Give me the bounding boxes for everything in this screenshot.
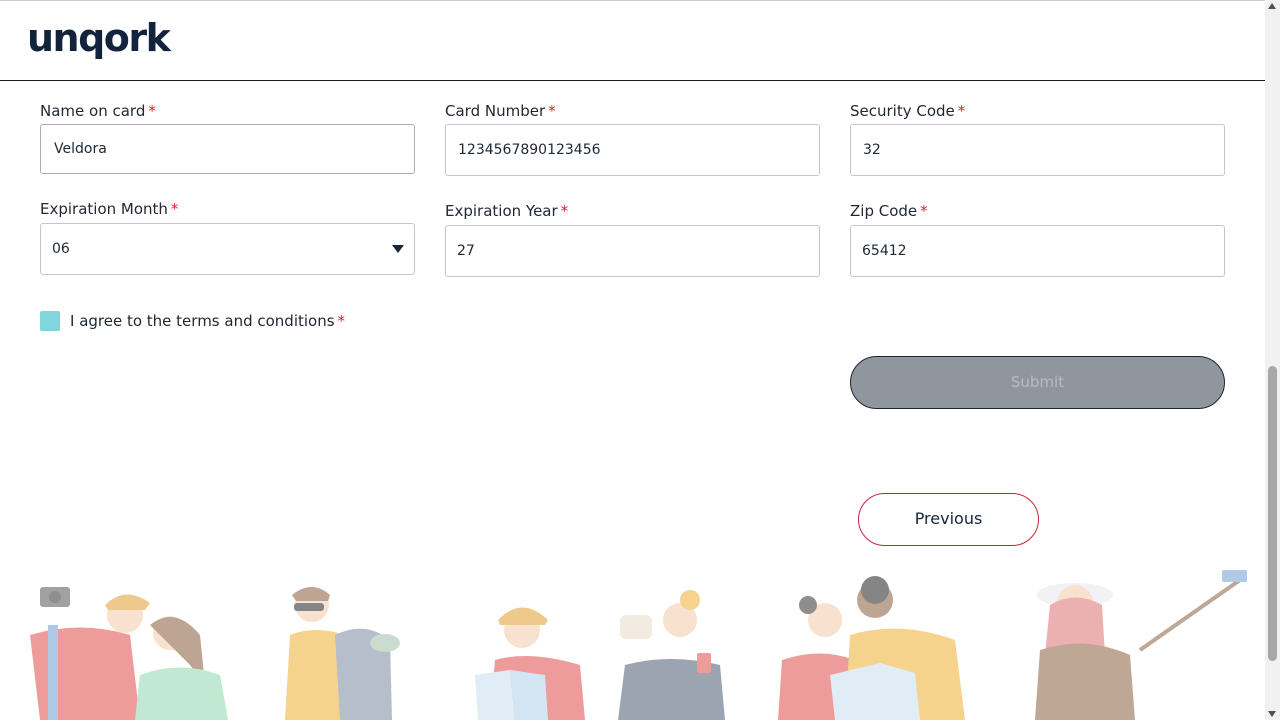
zip-code-input[interactable] [850,225,1225,277]
travelers-illustration [30,570,1247,720]
friends-with-map-figure [778,576,965,720]
couple-with-camera-figure [30,587,228,720]
required-marker: * [337,312,346,330]
required-marker: * [170,200,179,218]
backpacker-figure [285,587,400,720]
expiration-year-label: Expiration Year * [445,202,569,220]
vertical-scrollbar[interactable] [1265,0,1280,720]
terms-label: I agree to the terms and conditions * [70,312,346,330]
scroll-down-icon[interactable] [1268,711,1276,717]
submit-button[interactable]: Submit [850,356,1225,409]
name-on-card-label: Name on card * [40,102,156,120]
zip-code-label: Zip Code * [850,202,928,220]
expiration-month-value: 06 [52,241,70,257]
expiration-month-select[interactable]: 06 [40,223,415,275]
name-on-card-input[interactable] [40,124,415,174]
required-marker: * [560,202,569,220]
previous-button[interactable]: Previous [858,493,1039,546]
security-code-input[interactable] [850,124,1225,176]
woman-with-selfie-stick-figure [1035,570,1247,720]
unqork-logo[interactable]: unqork [27,15,171,61]
scroll-thumb[interactable] [1268,366,1277,661]
card-number-input[interactable] [445,124,820,176]
terms-checkbox[interactable] [40,311,60,331]
required-marker: * [148,102,156,120]
required-marker: * [957,102,966,120]
expiration-year-input[interactable] [445,225,820,277]
girl-with-phone-figure [618,590,725,720]
card-number-label: Card Number * [445,102,556,120]
security-code-label: Security Code * [850,102,966,120]
expiration-month-label: Expiration Month * [40,200,179,218]
required-marker: * [548,102,556,120]
select-arrow-icon [392,245,404,253]
scroll-up-icon[interactable] [1268,3,1276,9]
required-marker: * [920,202,928,220]
girl-with-map-figure [475,607,585,720]
header: unqork [0,1,1265,81]
